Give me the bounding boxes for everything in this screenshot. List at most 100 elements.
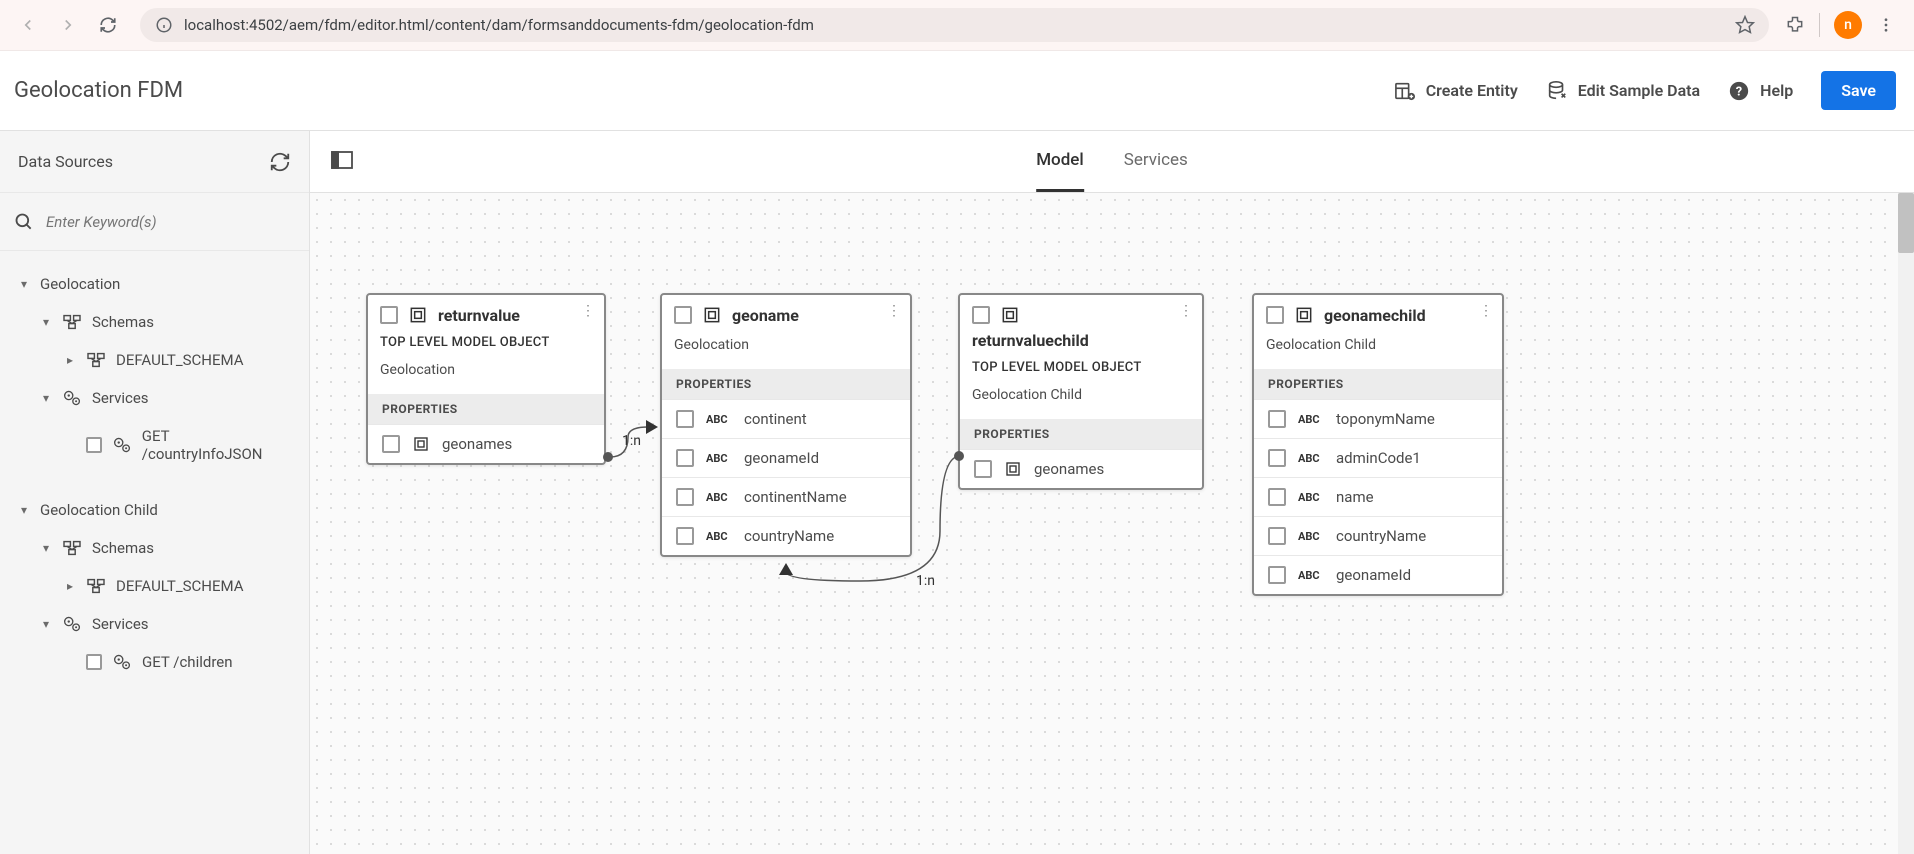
checkbox[interactable] [676, 527, 694, 545]
property-type: ABC [706, 413, 732, 426]
forward-button[interactable] [52, 9, 84, 41]
gears-icon [112, 653, 132, 671]
entity-returnvalue[interactable]: returnvalue ⋮ TOP LEVEL MODEL OBJECT Geo… [366, 293, 606, 465]
checkbox[interactable] [1268, 410, 1286, 428]
tree-services[interactable]: ▾Services [0, 379, 309, 417]
property-row[interactable]: geonames [368, 424, 604, 463]
checkbox[interactable] [676, 449, 694, 467]
checkbox[interactable] [1268, 488, 1286, 506]
tree-service-item[interactable]: GET /children [0, 643, 309, 681]
tree-services[interactable]: ▾Services [0, 605, 309, 643]
checkbox[interactable] [1266, 306, 1284, 324]
property-row[interactable]: ABCtoponymName [1254, 399, 1502, 438]
chevron-down-icon: ▾ [40, 391, 52, 405]
property-row[interactable]: ABCname [1254, 477, 1502, 516]
tree-schemas[interactable]: ▾Schemas [0, 303, 309, 341]
back-button[interactable] [12, 9, 44, 41]
properties-header: PROPERTIES [1254, 369, 1502, 399]
entity-menu-icon[interactable]: ⋮ [581, 303, 596, 319]
checkbox[interactable] [382, 435, 400, 453]
schema-icon [86, 351, 106, 369]
page-title: Geolocation FDM [14, 78, 183, 103]
checkbox[interactable] [1268, 566, 1286, 584]
tab-model[interactable]: Model [1036, 131, 1084, 192]
edit-sample-data-button[interactable]: Edit Sample Data [1546, 80, 1700, 102]
checkbox[interactable] [676, 488, 694, 506]
avatar-letter: n [1844, 17, 1852, 33]
entity-geonamechild[interactable]: geonamechild ⋮ Geolocation Child PROPERT… [1252, 293, 1504, 596]
relation-label: 1:n [916, 573, 935, 589]
sidebar: Data Sources ▾ Geolocation ▾Schemas ▸DEFA… [0, 131, 310, 854]
properties-header: PROPERTIES [960, 419, 1202, 449]
sidebar-header: Data Sources [0, 131, 309, 193]
object-icon [408, 305, 428, 325]
entity-menu-icon[interactable]: ⋮ [1479, 303, 1494, 319]
property-name: continent [744, 410, 807, 428]
chevron-right-icon: ▸ [64, 579, 76, 593]
relation-label: 1:n [622, 433, 641, 449]
checkbox[interactable] [86, 654, 102, 670]
help-button[interactable]: ? Help [1728, 80, 1793, 102]
checkbox[interactable] [86, 437, 102, 453]
entity-title: geonamechild [1324, 306, 1426, 325]
search-icon [14, 212, 34, 232]
property-row[interactable]: ABC continent [662, 399, 910, 438]
svg-text:?: ? [1736, 84, 1742, 99]
connector-line [780, 451, 965, 591]
property-type: ABC [1298, 530, 1324, 543]
gears-icon [62, 389, 82, 407]
property-row[interactable]: ABCadminCode1 [1254, 438, 1502, 477]
property-row[interactable]: ABCgeonameId [1254, 555, 1502, 594]
gears-icon [112, 436, 132, 454]
checkbox[interactable] [1268, 527, 1286, 545]
property-row[interactable]: geonames [960, 449, 1202, 488]
property-type: ABC [1298, 413, 1324, 426]
tree-default-schema[interactable]: ▸DEFAULT_SCHEMA [0, 341, 309, 379]
entity-menu-icon[interactable]: ⋮ [1179, 303, 1194, 319]
checkbox[interactable] [972, 306, 990, 324]
checkbox[interactable] [676, 410, 694, 428]
search-input[interactable] [46, 213, 295, 231]
sidebar-title: Data Sources [18, 152, 113, 171]
tab-services[interactable]: Services [1124, 131, 1188, 192]
checkbox[interactable] [380, 306, 398, 324]
tree-label: Services [92, 615, 149, 633]
reload-button[interactable] [92, 9, 124, 41]
tree-source[interactable]: ▾ Geolocation [0, 265, 309, 303]
chevron-down-icon: ▾ [18, 277, 30, 291]
extensions-icon[interactable] [1785, 15, 1805, 35]
tree-default-schema[interactable]: ▸DEFAULT_SCHEMA [0, 567, 309, 605]
scrollbar-thumb[interactable] [1898, 193, 1914, 253]
checkbox[interactable] [974, 460, 992, 478]
tree-service-item[interactable]: GET /countryInfoJSON [0, 417, 309, 473]
site-info-icon[interactable] [154, 15, 174, 35]
property-name: geonames [442, 435, 512, 453]
tree-schemas[interactable]: ▾Schemas [0, 529, 309, 567]
help-label: Help [1760, 81, 1793, 100]
url-input[interactable] [184, 16, 1725, 34]
address-bar[interactable] [140, 8, 1769, 42]
database-icon [1546, 80, 1568, 102]
create-entity-button[interactable]: Create Entity [1394, 80, 1518, 102]
entity-title: returnvaluechild [972, 331, 1190, 350]
browser-menu-button[interactable] [1870, 9, 1902, 41]
save-button[interactable]: Save [1821, 71, 1896, 110]
tree-label: Geolocation Child [40, 501, 158, 519]
entity-returnvaluechild[interactable]: returnvaluechild ⋮ TOP LEVEL MODEL OBJEC… [958, 293, 1204, 490]
app-header: Geolocation FDM Create Entity Edit Sampl… [0, 51, 1914, 131]
schema-icon [62, 539, 82, 557]
tree-label: Geolocation [40, 275, 120, 293]
model-canvas[interactable]: returnvalue ⋮ TOP LEVEL MODEL OBJECT Geo… [310, 193, 1914, 854]
checkbox[interactable] [1268, 449, 1286, 467]
profile-avatar[interactable]: n [1834, 11, 1862, 39]
refresh-icon[interactable] [269, 151, 291, 173]
edit-sample-label: Edit Sample Data [1578, 81, 1700, 100]
scrollbar[interactable] [1898, 193, 1914, 854]
panel-toggle-icon[interactable] [330, 150, 354, 174]
bookmark-star-icon[interactable] [1735, 15, 1755, 35]
property-row[interactable]: ABCcountryName [1254, 516, 1502, 555]
tree-source[interactable]: ▾Geolocation Child [0, 491, 309, 529]
entity-menu-icon[interactable]: ⋮ [887, 303, 902, 319]
checkbox[interactable] [674, 306, 692, 324]
properties-header: PROPERTIES [368, 394, 604, 424]
